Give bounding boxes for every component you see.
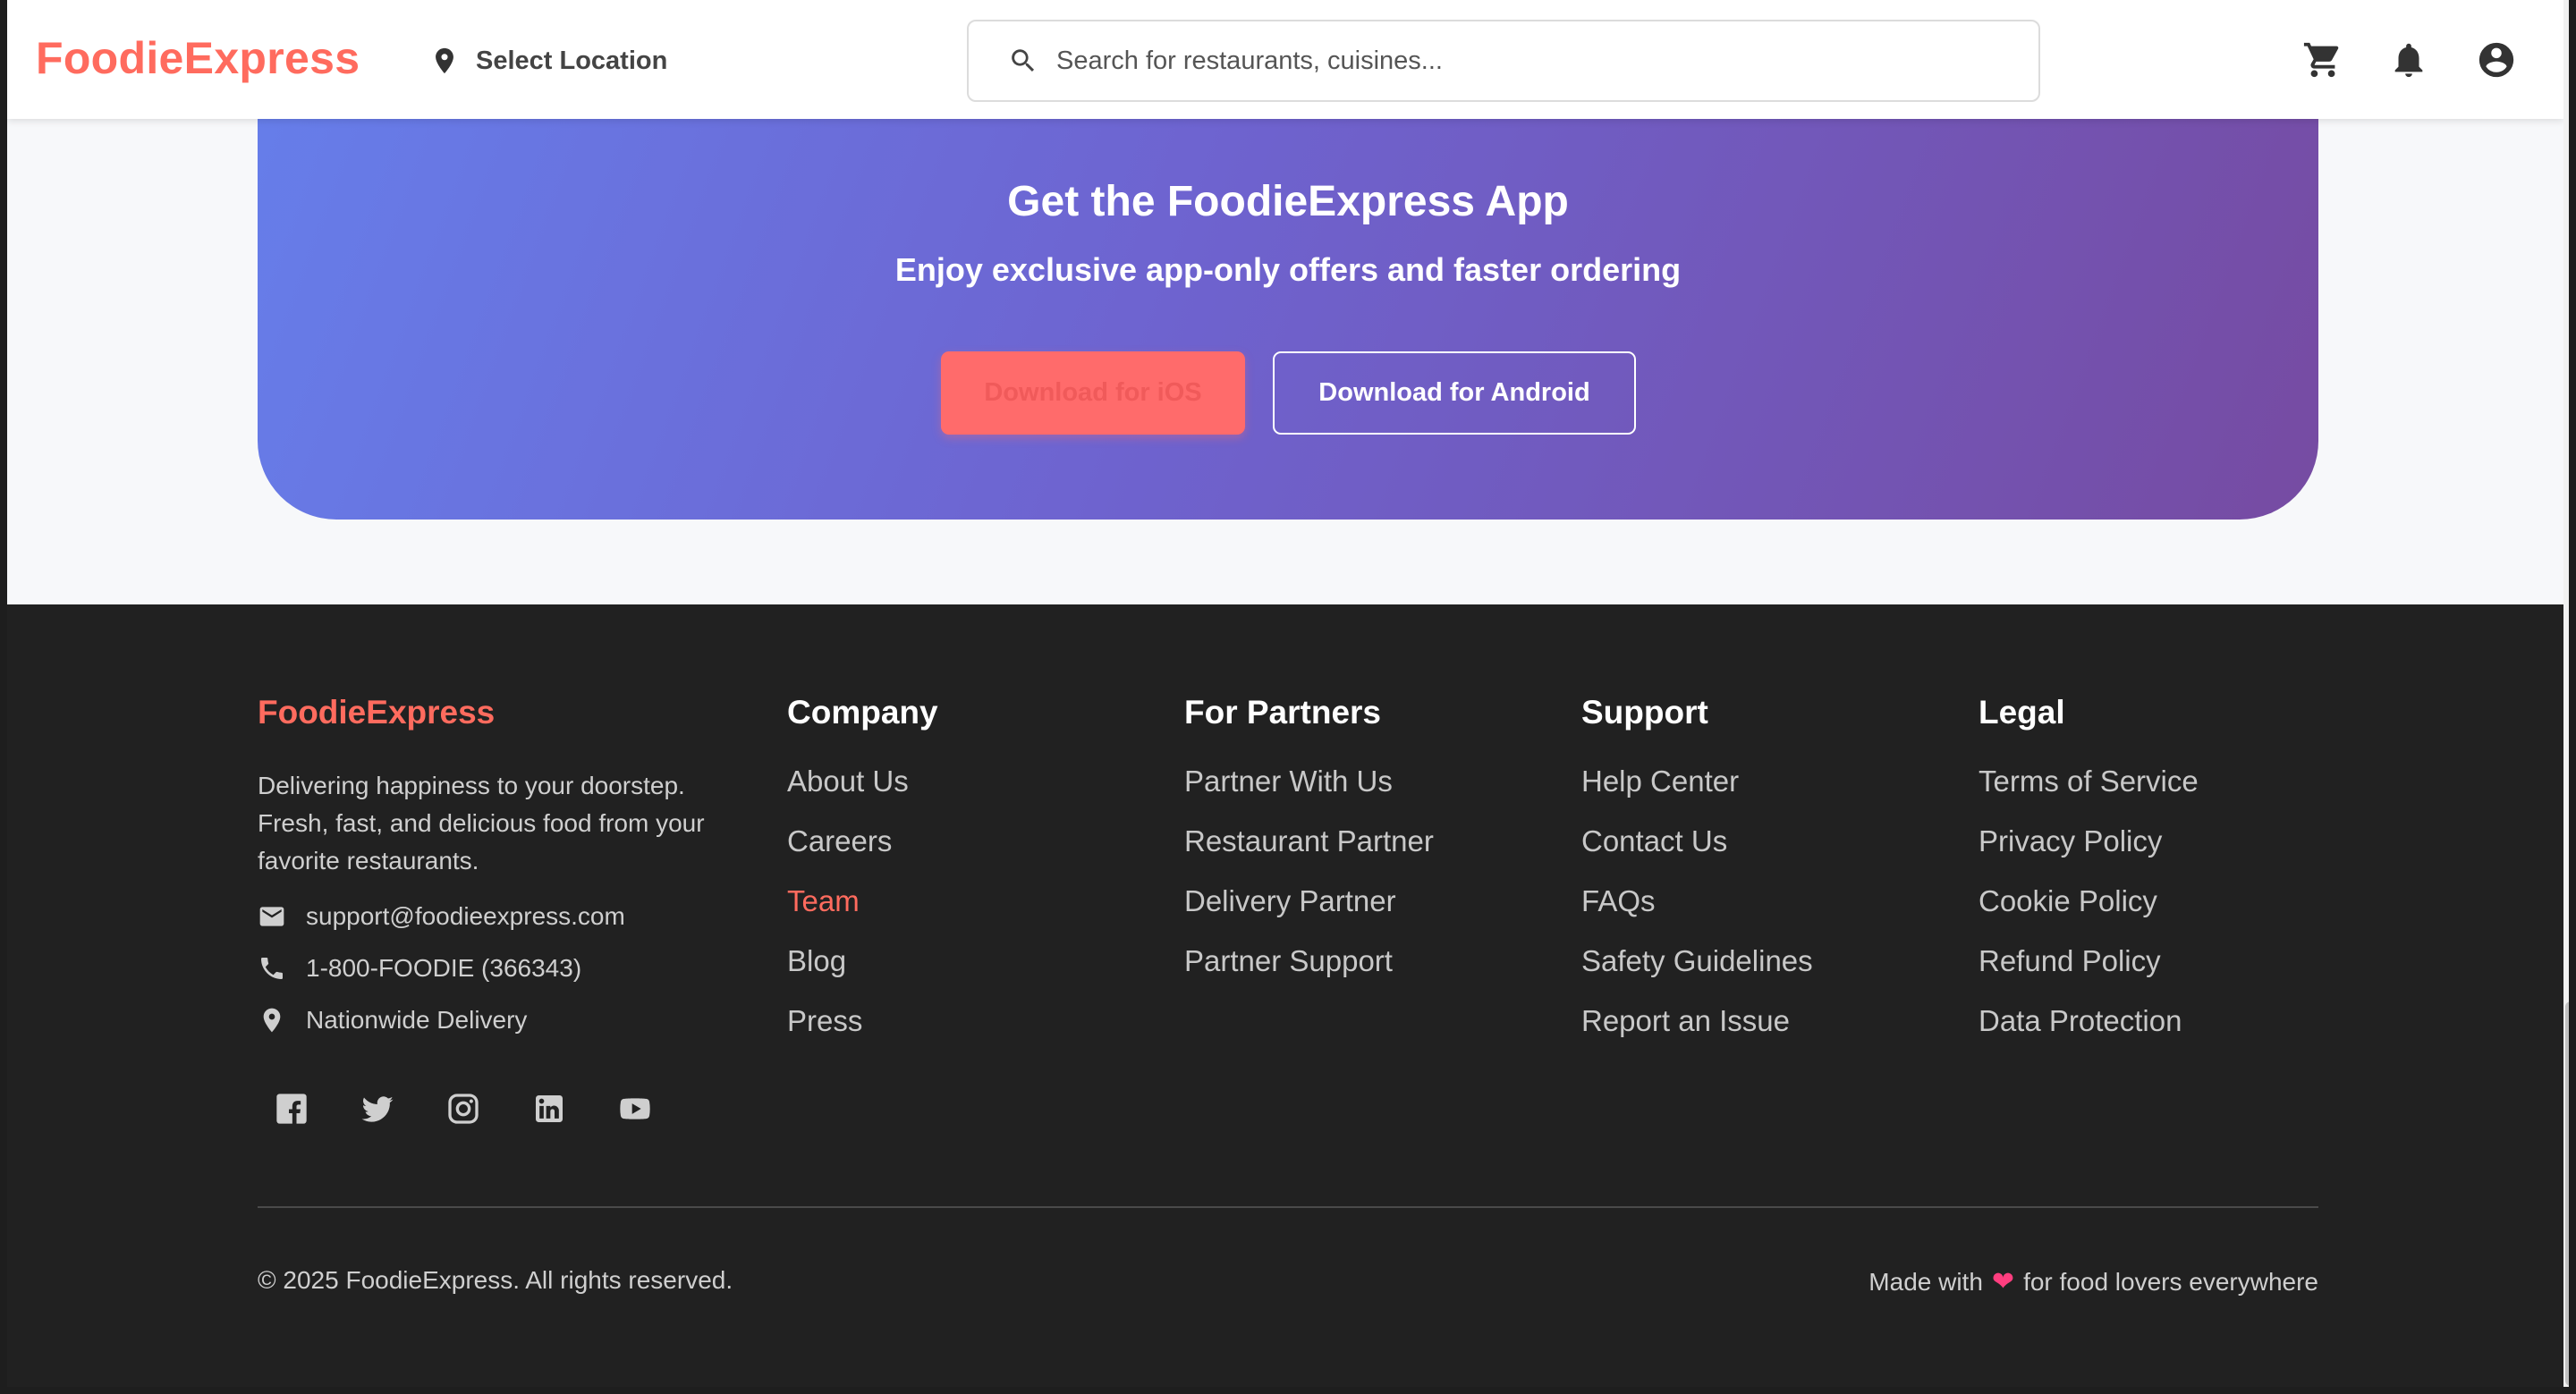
- top-header: FoodieExpress Select Location: [7, 0, 2563, 119]
- logo[interactable]: FoodieExpress: [36, 32, 360, 84]
- search-bar[interactable]: [967, 20, 2040, 102]
- copyright-text: © 2025 FoodieExpress. All rights reserve…: [258, 1266, 733, 1294]
- linkedin-icon[interactable]: [531, 1091, 567, 1127]
- app-window: FoodieExpress Select Location Get the Fo…: [0, 0, 2576, 1394]
- location-pin-icon: [263, 1008, 281, 1033]
- link-team[interactable]: Team: [787, 883, 938, 943]
- link-data-protection[interactable]: Data Protection: [1979, 1003, 2199, 1063]
- made-with-love: Made with ❤ for food lovers everywhere: [1868, 1266, 2318, 1297]
- footer-divider: [258, 1206, 2318, 1208]
- contact-phone-text: 1-800-FOODIE (366343): [306, 954, 582, 982]
- link-blog[interactable]: Blog: [787, 943, 938, 1003]
- column-title: Company: [787, 694, 938, 731]
- contact-delivery: Nationwide Delivery: [258, 1006, 527, 1035]
- contact-delivery-text: Nationwide Delivery: [306, 1006, 528, 1034]
- contact-phone[interactable]: 1-800-FOODIE (366343): [258, 954, 581, 983]
- search-input[interactable]: [1056, 46, 1951, 76]
- scrollbar-thumb[interactable]: [2565, 1001, 2569, 1386]
- email-icon: [259, 907, 284, 926]
- facebook-icon[interactable]: [274, 1091, 309, 1127]
- link-partner-support[interactable]: Partner Support: [1184, 943, 1434, 1003]
- footer-column-support: Support Help Center Contact Us FAQs Safe…: [1581, 694, 1813, 1063]
- footer-column-partners: For Partners Partner With Us Restaurant …: [1184, 694, 1434, 1003]
- footer-column-company: Company About Us Careers Team Blog Press: [787, 694, 938, 1063]
- banner-title: Get the FoodieExpress App: [1007, 178, 1569, 225]
- link-restaurant-partner[interactable]: Restaurant Partner: [1184, 824, 1434, 883]
- link-careers[interactable]: Careers: [787, 824, 938, 883]
- link-about-us[interactable]: About Us: [787, 764, 938, 824]
- location-label: Select Location: [476, 46, 668, 75]
- column-title: Support: [1581, 694, 1708, 731]
- link-refund[interactable]: Refund Policy: [1979, 943, 2199, 1003]
- link-terms[interactable]: Terms of Service: [1979, 764, 2199, 824]
- made-prefix: Made with: [1868, 1267, 1983, 1296]
- column-title: Legal: [1979, 694, 2065, 731]
- footer-tagline: Delivering happiness to your doorstep. F…: [258, 772, 705, 874]
- link-delivery-partner[interactable]: Delivery Partner: [1184, 883, 1434, 943]
- link-cookie[interactable]: Cookie Policy: [1979, 883, 2199, 943]
- account-icon[interactable]: [2476, 39, 2517, 80]
- location-pin-icon: [436, 47, 453, 74]
- cart-icon[interactable]: [2302, 39, 2343, 80]
- download-android-button[interactable]: Download for Android: [1273, 351, 1636, 435]
- youtube-icon[interactable]: [617, 1091, 653, 1127]
- contact-email[interactable]: support@foodieexpress.com: [258, 902, 625, 931]
- instagram-icon[interactable]: [445, 1091, 481, 1127]
- site-footer: FoodieExpress Delivering happiness to yo…: [7, 604, 2563, 1387]
- social-links: [274, 1091, 653, 1127]
- twitter-icon[interactable]: [360, 1091, 395, 1127]
- phone-icon: [261, 958, 283, 979]
- heart-icon: ❤: [1991, 1267, 2015, 1297]
- download-ios-button[interactable]: Download for iOS: [941, 351, 1245, 435]
- link-press[interactable]: Press: [787, 1003, 938, 1063]
- link-contact-us[interactable]: Contact Us: [1581, 824, 1813, 883]
- link-report-issue[interactable]: Report an Issue: [1581, 1003, 1813, 1063]
- link-faqs[interactable]: FAQs: [1581, 883, 1813, 943]
- contact-email-text: support@foodieexpress.com: [306, 902, 625, 930]
- banner-subtitle: Enjoy exclusive app-only offers and fast…: [894, 251, 1682, 288]
- link-partner-with-us[interactable]: Partner With Us: [1184, 764, 1434, 824]
- bell-icon[interactable]: [2388, 39, 2429, 80]
- made-suffix: for food lovers everywhere: [2023, 1267, 2318, 1296]
- location-selector[interactable]: Select Location: [429, 41, 667, 80]
- link-safety-guidelines[interactable]: Safety Guidelines: [1581, 943, 1813, 1003]
- search-icon: [1012, 49, 1035, 72]
- app-download-banner: Get the FoodieExpress App Enjoy exclusiv…: [258, 54, 2318, 520]
- footer-brand: FoodieExpress: [258, 694, 496, 731]
- link-help-center[interactable]: Help Center: [1581, 764, 1813, 824]
- footer-column-legal: Legal Terms of Service Privacy Policy Co…: [1979, 694, 2199, 1063]
- link-privacy[interactable]: Privacy Policy: [1979, 824, 2199, 883]
- column-title: For Partners: [1184, 694, 1382, 731]
